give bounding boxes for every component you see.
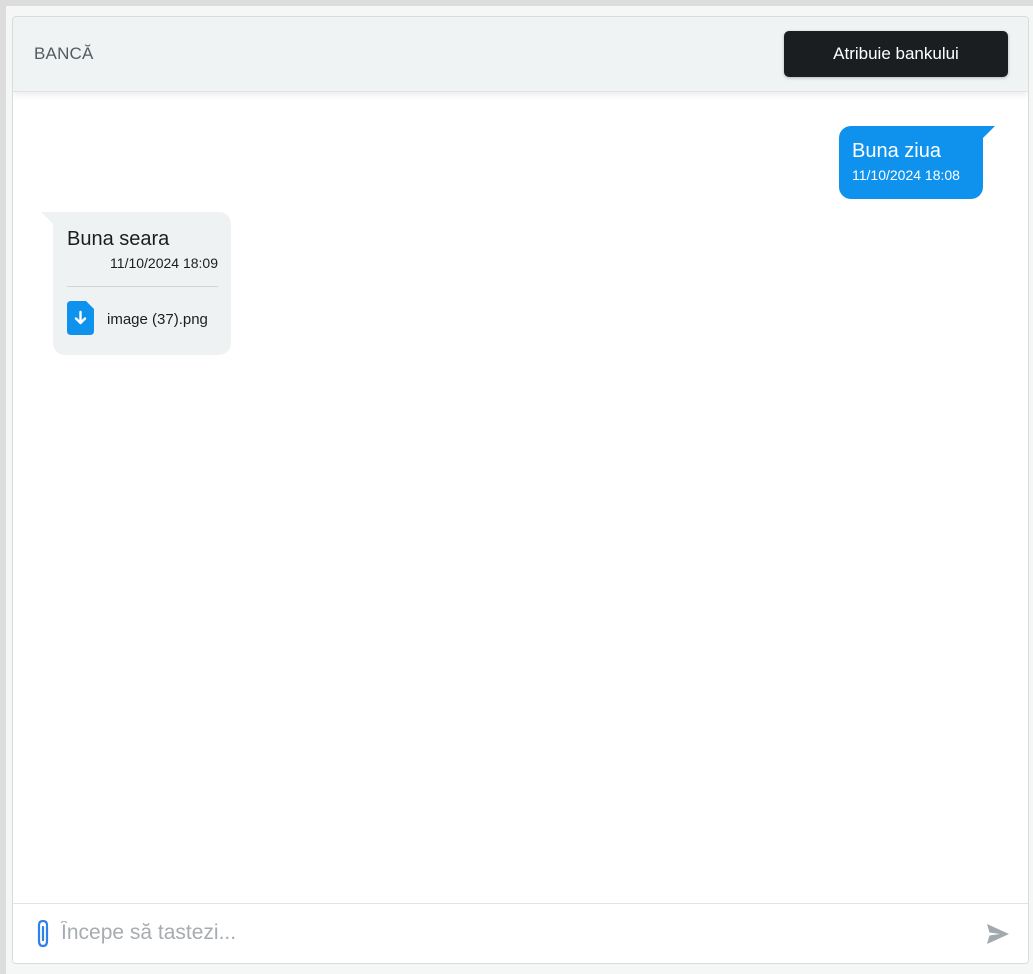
chat-title: BANCĂ bbox=[34, 44, 94, 63]
message-text: Buna seara bbox=[67, 228, 170, 250]
outgoing-message: Buna ziua 11/10/2024 18:08 bbox=[839, 126, 995, 199]
attachment-divider bbox=[67, 286, 218, 287]
bubble-tail bbox=[41, 212, 53, 224]
attachment-download-link[interactable]: image (37).png bbox=[67, 301, 218, 335]
message-text: Buna ziua bbox=[852, 140, 941, 162]
bubble-tail bbox=[983, 126, 995, 138]
chat-panel: BANCĂ Atribuie bankului Buna ziua 11/10/… bbox=[12, 16, 1029, 964]
message-composer bbox=[13, 903, 1028, 963]
message-list[interactable]: Buna ziua 11/10/2024 18:08 Buna seara 11… bbox=[13, 92, 1028, 903]
paperclip-icon[interactable] bbox=[32, 918, 54, 950]
page-background: BANCĂ Atribuie bankului Buna ziua 11/10/… bbox=[6, 6, 1033, 974]
incoming-message: Buna seara 11/10/2024 18:09 image (37).p… bbox=[41, 212, 231, 355]
send-icon[interactable] bbox=[985, 921, 1011, 947]
message-timestamp: 11/10/2024 18:09 bbox=[110, 255, 218, 271]
message-input[interactable] bbox=[61, 914, 961, 952]
chat-header: BANCĂ Atribuie bankului bbox=[13, 17, 1028, 92]
attachment-filename[interactable]: image (37).png bbox=[107, 311, 208, 328]
assign-to-bank-button[interactable]: Atribuie bankului bbox=[784, 31, 1008, 77]
file-download-icon[interactable] bbox=[67, 301, 94, 335]
message-timestamp: 11/10/2024 18:08 bbox=[852, 167, 960, 183]
